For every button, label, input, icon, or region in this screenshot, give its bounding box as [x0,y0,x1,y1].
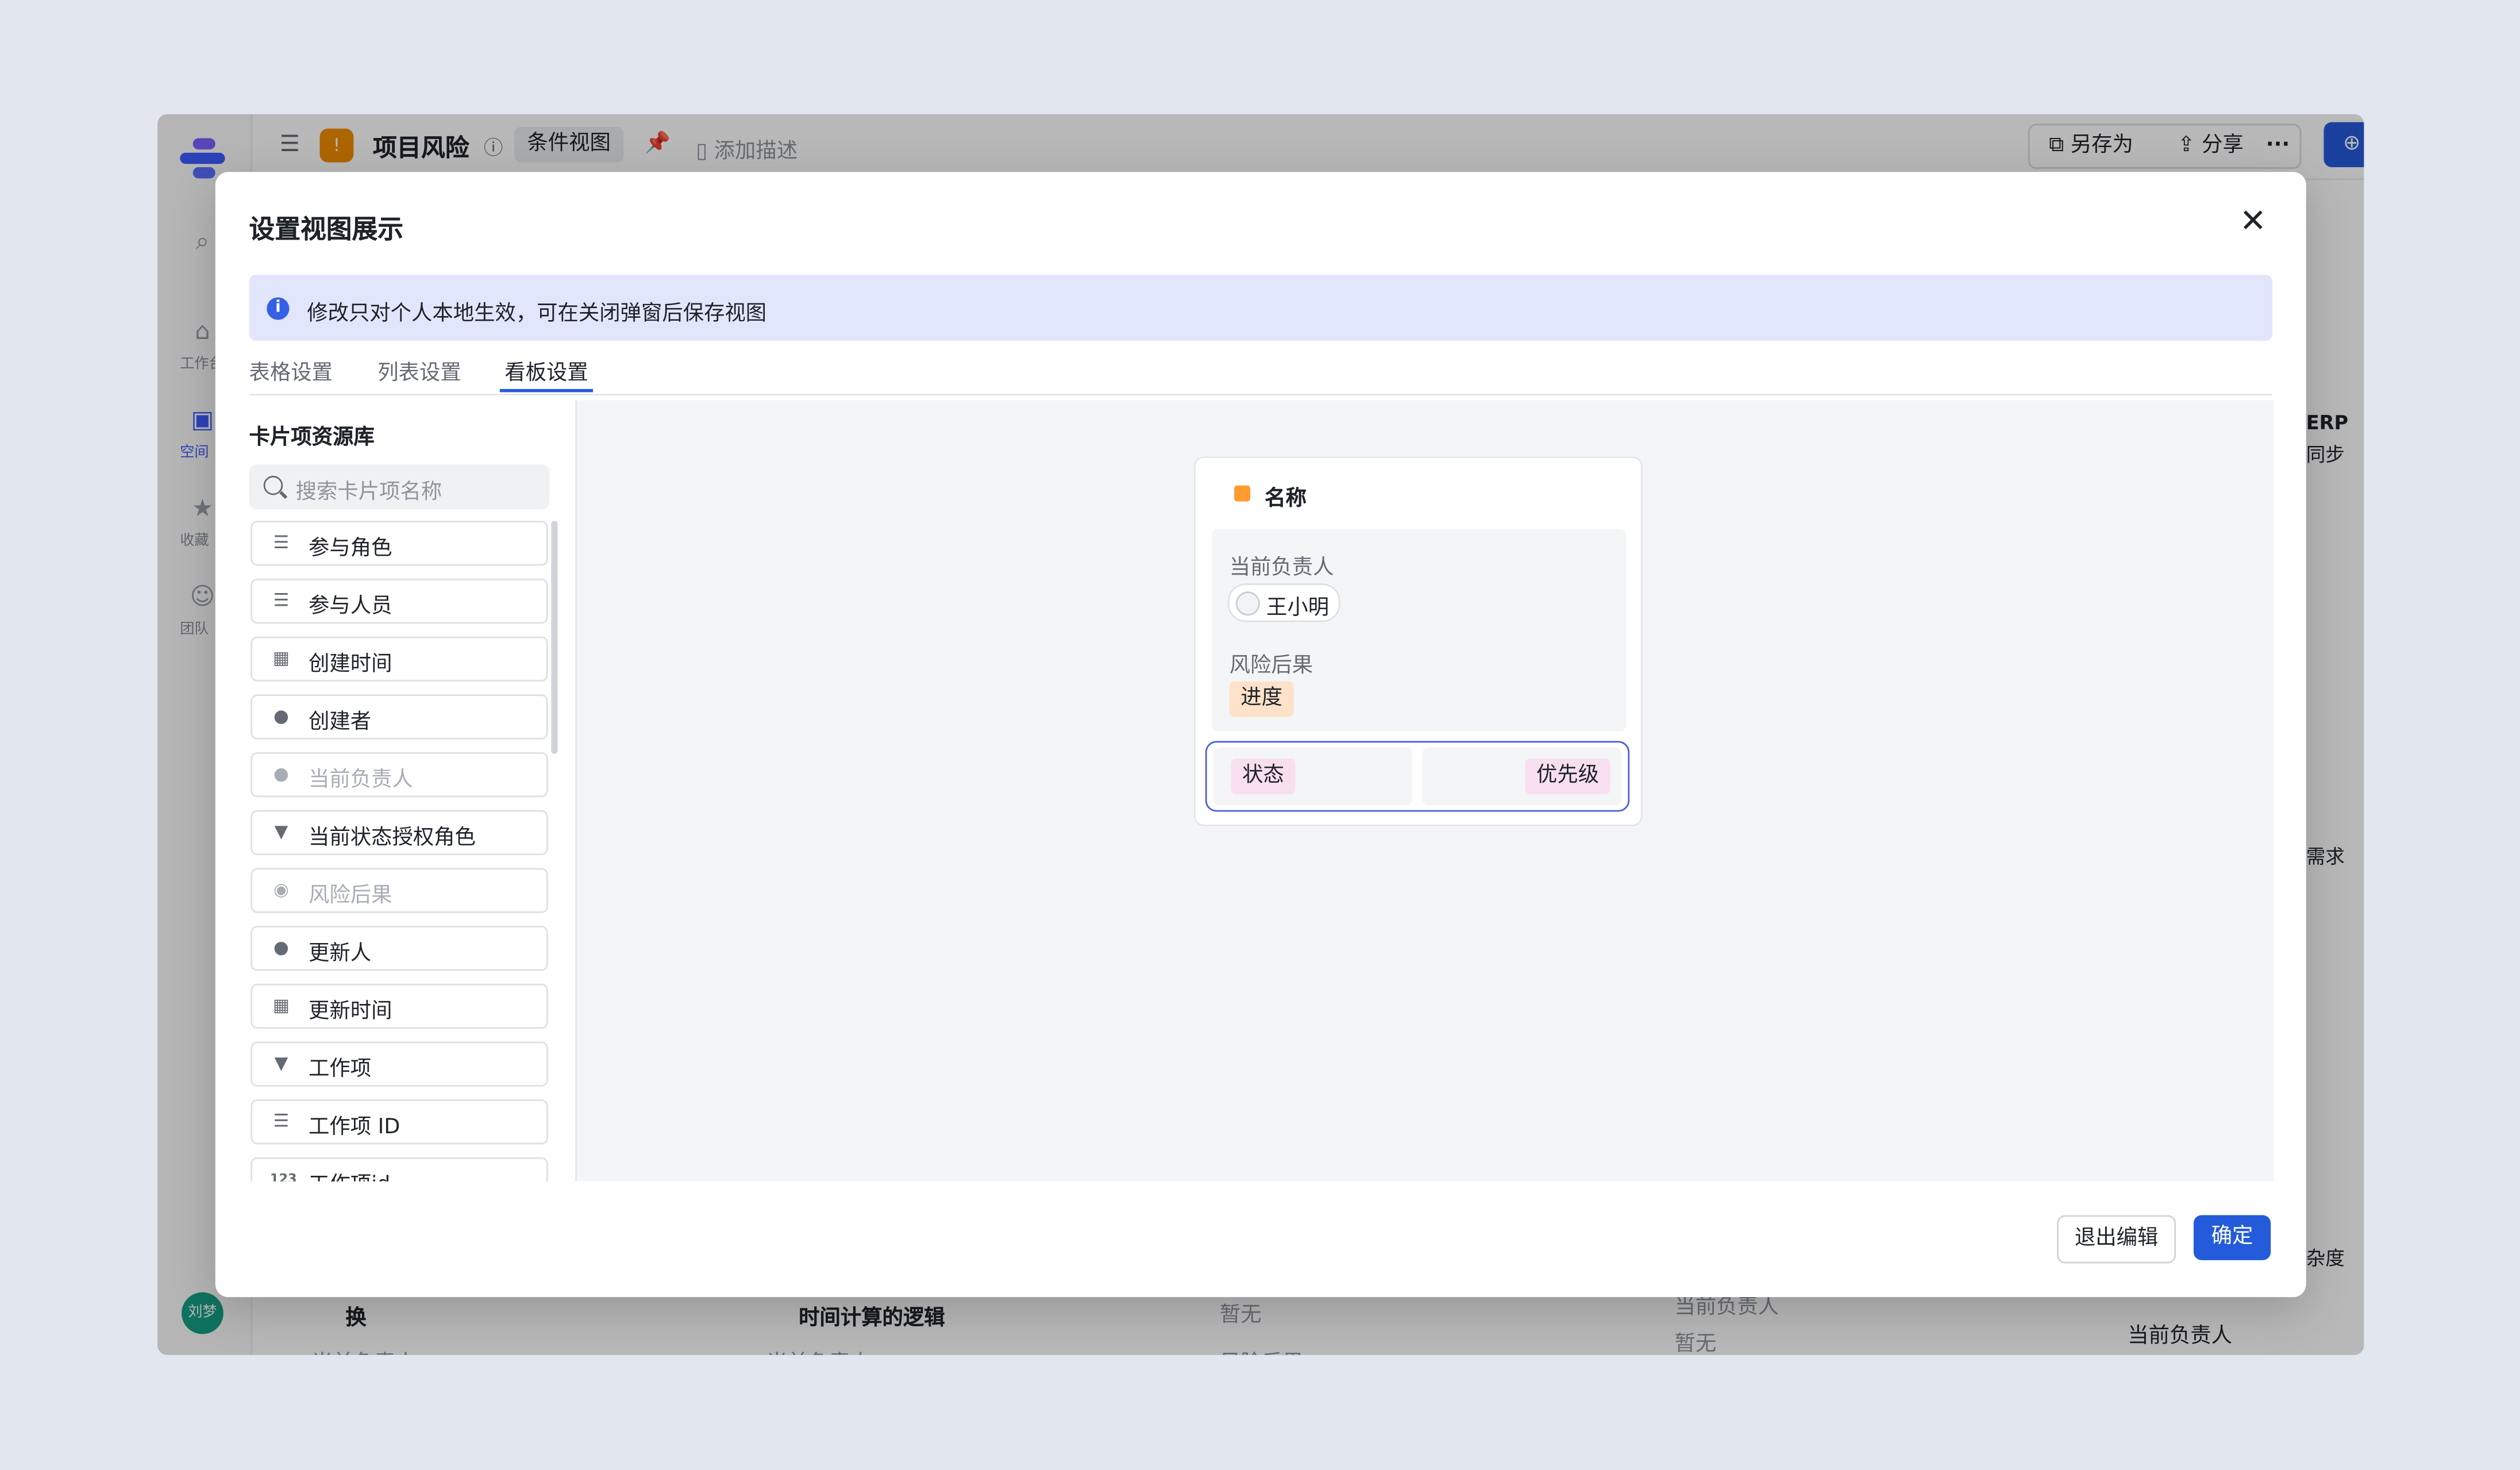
library-scrollbar[interactable] [551,521,558,754]
field-item-label: 创建者 [309,710,372,735]
active-tab-underline [499,388,594,392]
field-item-label: 更新人 [309,942,372,966]
footer-right-slot[interactable]: 优先级 [1422,747,1622,806]
radio-circle-icon: ◉ [273,879,289,901]
field-search-input[interactable]: 搜索卡片项名称 [249,464,550,510]
role-field-icon: ☰ [273,532,290,553]
field-item-label: 当前负责人 [309,768,413,792]
settings-tabs: 表格设置 列表设置 看板设置 [249,352,2272,396]
confirm-button[interactable]: 确定 [2193,1215,2271,1260]
field-item-disabled: ◉ 风险后果 [251,868,548,913]
field-item[interactable]: ☰ 参与人员 [251,578,548,624]
notice-text: 修改只对个人本地生效，可在关闭弹窗后保存视图 [307,302,767,326]
tab-list-settings[interactable]: 列表设置 [377,355,461,386]
risk-tag: 进度 [1229,681,1294,717]
view-settings-modal: 设置视图展示 ✕ i 修改只对个人本地生效，可在关闭弹窗后保存视图 表格设置 列… [215,172,2306,1298]
person-icon: ● [273,937,289,959]
info-notice: i 修改只对个人本地生效，可在关闭弹窗后保存视图 [249,275,2272,341]
risk-field-label[interactable]: 风险后果 [1230,648,1313,678]
field-item-label: 参与人员 [309,594,392,619]
field-item-label: 工作项 ID [309,1115,400,1140]
field-item[interactable]: ● 更新人 [251,926,548,971]
field-item-label: 工作项id [309,1167,390,1182]
status-tag: 状态 [1231,759,1296,794]
field-item[interactable]: ☰ 工作项 ID [251,1099,548,1145]
card-field-library: 卡片项资源库 搜索卡片项名称 ☰ 参与角色 ☰ 参与人员 ▦ 创建时间 ● 创建… [249,400,576,1182]
field-item[interactable]: ▦ 更新时间 [251,983,548,1029]
exit-edit-button[interactable]: 退出编辑 [2057,1215,2176,1264]
search-placeholder: 搜索卡片项名称 [295,480,442,505]
card-type-dot [1234,485,1251,502]
field-item-label: 当前状态授权角色 [309,826,476,851]
field-item[interactable]: ▼ 当前状态授权角色 [251,810,548,856]
info-icon: i [267,297,290,320]
field-item-label: 工作项 [309,1057,372,1082]
field-item[interactable]: ▦ 创建时间 [251,636,548,682]
card-body-fields: 当前负责人 王小明 风险后果 进度 [1211,529,1627,732]
tab-table-settings[interactable]: 表格设置 [249,355,333,386]
calendar-icon: ▦ [272,648,290,669]
field-item-label: 参与角色 [309,537,392,561]
field-item[interactable]: 123 工作项id [251,1157,548,1182]
footer-left-slot[interactable]: 状态 [1213,747,1413,806]
field-item[interactable]: ▼ 工作项 [251,1041,548,1087]
field-item[interactable]: ● 创建者 [251,694,548,740]
field-item-label: 风险后果 [309,884,392,909]
role-field-icon: ☰ [273,1110,290,1132]
owner-field-label[interactable]: 当前负责人 [1230,550,1334,580]
person-icon: ● [273,705,289,727]
field-item[interactable]: ☰ 参与角色 [251,521,548,566]
owner-chip: 王小明 [1227,583,1340,622]
owner-name: 王小明 [1266,596,1330,621]
calendar-icon: ▦ [272,995,290,1016]
tab-kanban-settings[interactable]: 看板设置 [504,355,588,386]
kanban-card-preview: 名称 当前负责人 王小明 风险后果 进度 状态 优先级 [1194,456,1643,826]
search-icon [263,475,283,495]
field-item-label: 创建时间 [309,652,392,677]
card-preview-area: 名称 当前负责人 王小明 风险后果 进度 状态 优先级 [575,400,2274,1182]
field-list: ☰ 参与角色 ☰ 参与人员 ▦ 创建时间 ● 创建者 ● 当前负责人 ▼ 当前状… [249,521,552,1182]
priority-tag: 优先级 [1525,759,1610,794]
dropdown-circle-icon: ▼ [274,821,288,842]
number-icon: 123 [269,1172,297,1182]
role-field-icon: ☰ [273,590,290,611]
dropdown-circle-icon: ▼ [274,1053,288,1074]
field-item-label: 更新时间 [309,999,392,1024]
person-icon: ● [273,763,289,784]
person-avatar-icon [1235,591,1260,616]
card-name-field[interactable]: 名称 [1265,480,1307,511]
modal-title: 设置视图展示 [249,214,404,245]
close-icon[interactable]: ✕ [2237,204,2269,236]
field-item-disabled: ● 当前负责人 [251,752,548,798]
card-footer-fields[interactable]: 状态 优先级 [1205,741,1630,812]
library-title: 卡片项资源库 [249,426,375,451]
